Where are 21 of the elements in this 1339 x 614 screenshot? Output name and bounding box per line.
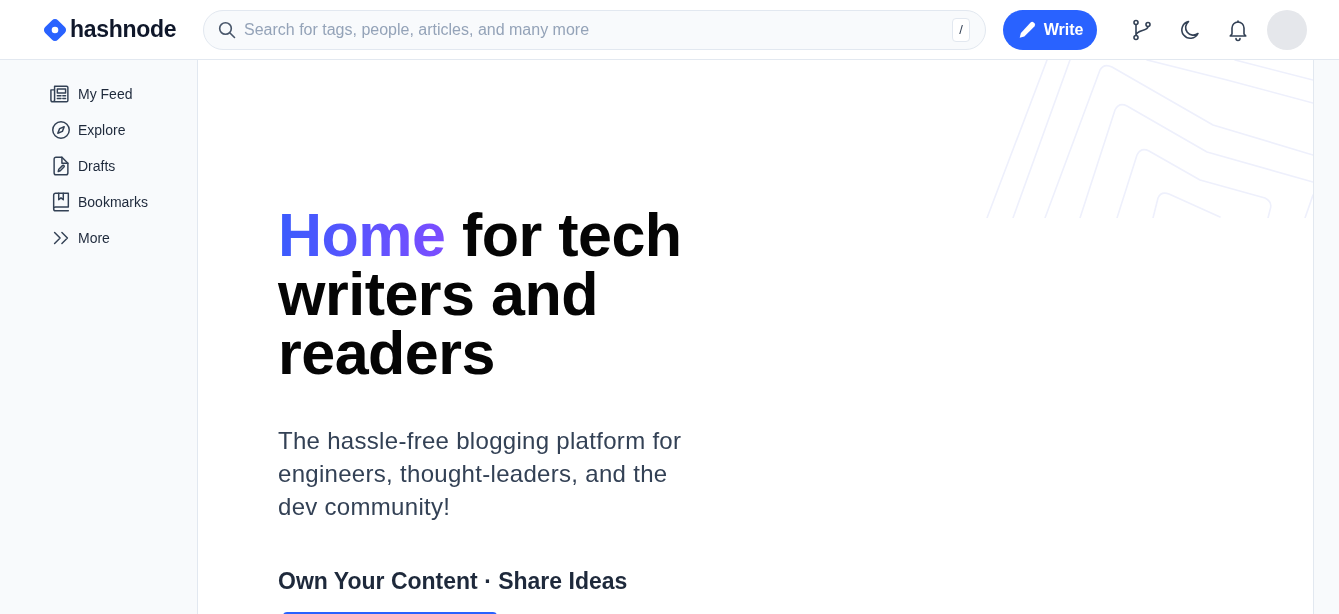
sidebar-item[interactable]: Drafts — [0, 148, 197, 184]
newspaper-icon — [50, 83, 72, 105]
logo[interactable]: hashnode — [43, 16, 179, 43]
logo-icon — [43, 17, 67, 42]
hero-description: The hassle-free blogging platform for engineers, thought-leaders, and the dev community! — [278, 426, 683, 522]
compass-icon — [50, 119, 72, 141]
hero-heading: Home for tech writers and readers — [278, 206, 683, 383]
search-icon — [218, 20, 236, 39]
sidebar-item[interactable]: Bookmarks — [0, 184, 197, 220]
sidebar-item[interactable]: My Feed — [0, 76, 197, 112]
shortcut-key: / — [952, 17, 970, 42]
book-bookmark-icon — [50, 191, 72, 213]
sidebar-item[interactable]: More — [0, 220, 197, 256]
logo-text: hashnode — [70, 16, 177, 43]
sidebar-item[interactable]: Explore — [0, 112, 197, 148]
search-field[interactable]: Search for tags, people, articles, and many more / — [203, 9, 986, 50]
tagline: Own Your Content · Share Ideas — [278, 567, 628, 596]
write-button[interactable]: Write — [1003, 9, 1097, 50]
search-input[interactable]: Search for tags, people, articles, and many more — [244, 18, 952, 41]
document-pencil-icon — [50, 155, 72, 177]
branch-icon — [1130, 17, 1154, 42]
